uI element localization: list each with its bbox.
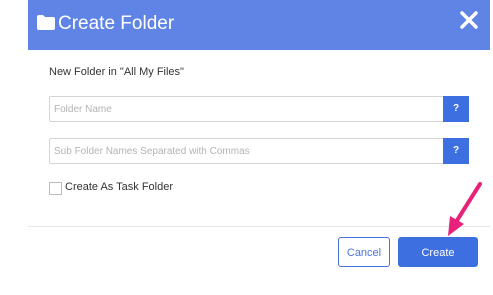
folder-name-field: ?: [49, 96, 469, 122]
folder-name-help-button[interactable]: ?: [443, 96, 469, 122]
create-folder-dialog: Create Folder New Folder in "All My File…: [28, 0, 490, 287]
sub-folder-names-field: ?: [49, 138, 469, 164]
folder-icon: [37, 15, 55, 30]
footer-divider: [28, 226, 490, 227]
dialog-subtitle: New Folder in "All My Files": [49, 66, 184, 78]
task-folder-label[interactable]: Create As Task Folder: [65, 181, 173, 193]
sub-folder-names-input[interactable]: [50, 139, 442, 163]
close-icon[interactable]: [458, 9, 480, 31]
create-folder-button[interactable]: Create Folder: [398, 237, 478, 287]
sub-folder-names-help-button[interactable]: ?: [443, 138, 469, 164]
dialog-title: Create Folder: [58, 13, 175, 34]
task-folder-checkbox[interactable]: [49, 182, 62, 195]
dialog-header: Create Folder: [28, 0, 490, 50]
pointer-arrow-icon: [448, 182, 482, 236]
cancel-button[interactable]: Cancel: [338, 237, 390, 267]
folder-name-input[interactable]: [50, 97, 442, 121]
